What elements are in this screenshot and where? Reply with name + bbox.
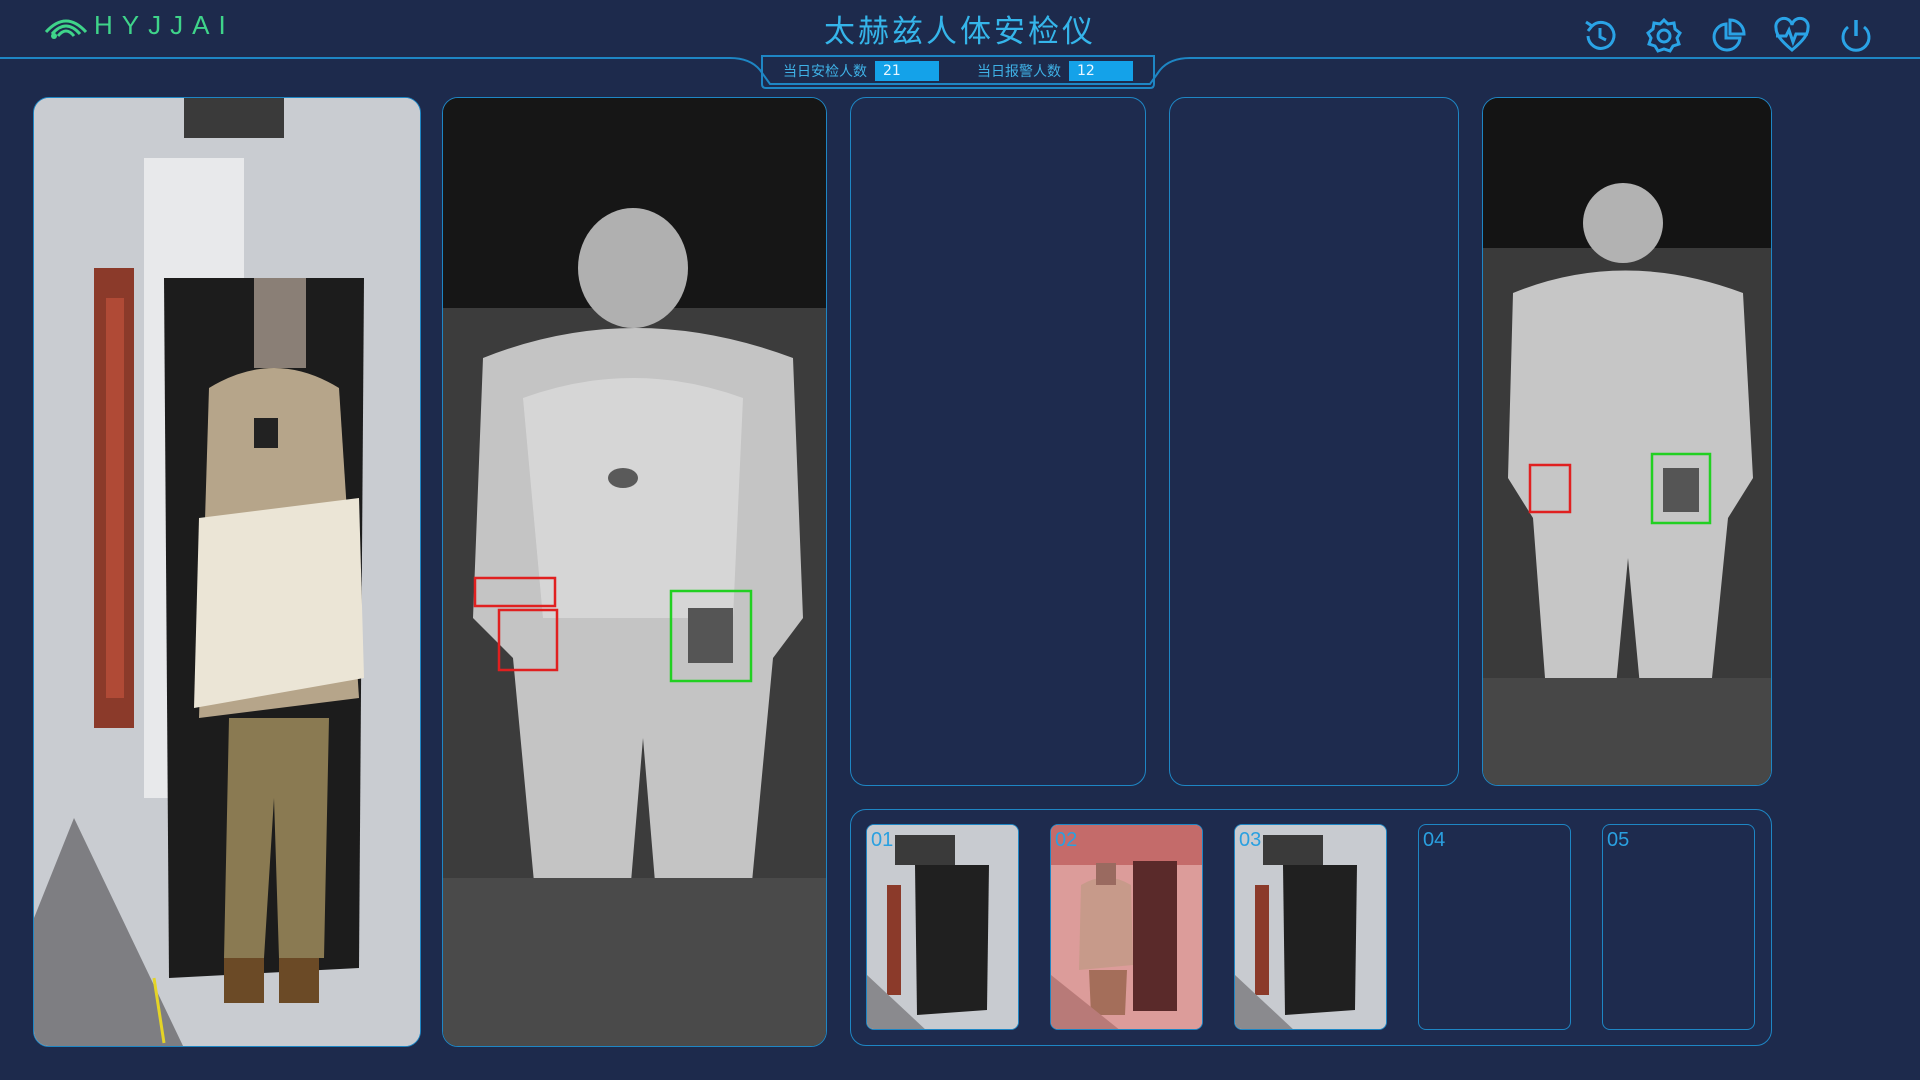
thumbnail-label: 02 [1055, 829, 1078, 851]
camera-photo-panel [33, 97, 421, 1047]
thz-scan-image [443, 98, 826, 1046]
thumbnail-image [1235, 825, 1386, 1029]
empty-scan-panel-2 [1169, 97, 1459, 786]
thumbnail-label: 04 [1423, 829, 1446, 851]
empty-scan-panel-1 [850, 97, 1146, 786]
monitor-icon[interactable] [1772, 14, 1812, 58]
thumbnail-label: 03 [1239, 829, 1262, 851]
pie-chart-icon[interactable] [1708, 14, 1748, 58]
history-icon[interactable] [1580, 14, 1620, 58]
thz-scan-panel-secondary [1482, 97, 1772, 786]
thumbnail-02-alarm[interactable]: 02 [1050, 824, 1203, 1030]
stats-bar: 当日安检人数 21 当日报警人数 12 [762, 56, 1154, 86]
stat-value-alarms: 12 [1069, 61, 1133, 81]
power-icon[interactable] [1836, 14, 1876, 58]
stat-value-scanned: 21 [875, 61, 939, 81]
thz-scan-image-secondary [1483, 98, 1771, 785]
thumbnail-image [1051, 825, 1202, 1029]
thumbnail-05-empty[interactable]: 05 [1602, 824, 1755, 1030]
thumbnail-01[interactable]: 01 [866, 824, 1019, 1030]
toolbar [1580, 14, 1876, 58]
thumbnail-label: 01 [871, 829, 894, 851]
thumbnail-03[interactable]: 03 [1234, 824, 1387, 1030]
thumbnail-label: 05 [1607, 829, 1630, 851]
camera-photo [34, 98, 420, 1046]
thz-scan-panel [442, 97, 827, 1047]
thumbnail-image [867, 825, 1018, 1029]
settings-icon[interactable] [1644, 14, 1684, 58]
stat-label-scanned: 当日安检人数 [783, 64, 867, 80]
stat-label-alarms: 当日报警人数 [977, 64, 1061, 80]
thumbnail-04-empty[interactable]: 04 [1418, 824, 1571, 1030]
